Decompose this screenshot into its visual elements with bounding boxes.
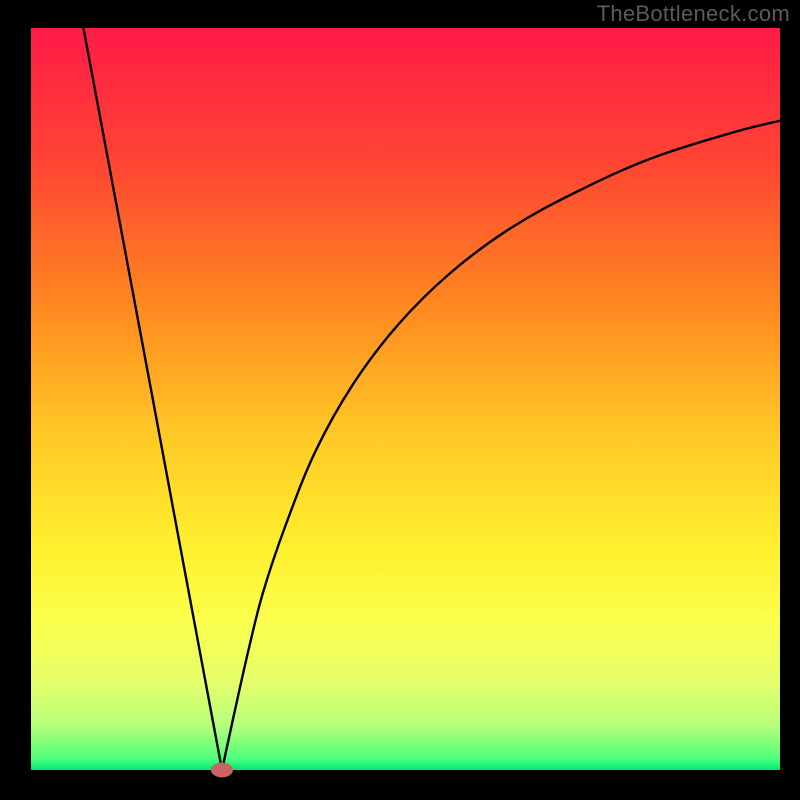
bottleneck-chart: [0, 0, 800, 800]
chart-container: { "watermark": "TheBottleneck.com", "cha…: [0, 0, 800, 800]
optimum-marker: [211, 763, 233, 778]
plot-background: [31, 28, 780, 770]
watermark-label: TheBottleneck.com: [597, 1, 790, 27]
